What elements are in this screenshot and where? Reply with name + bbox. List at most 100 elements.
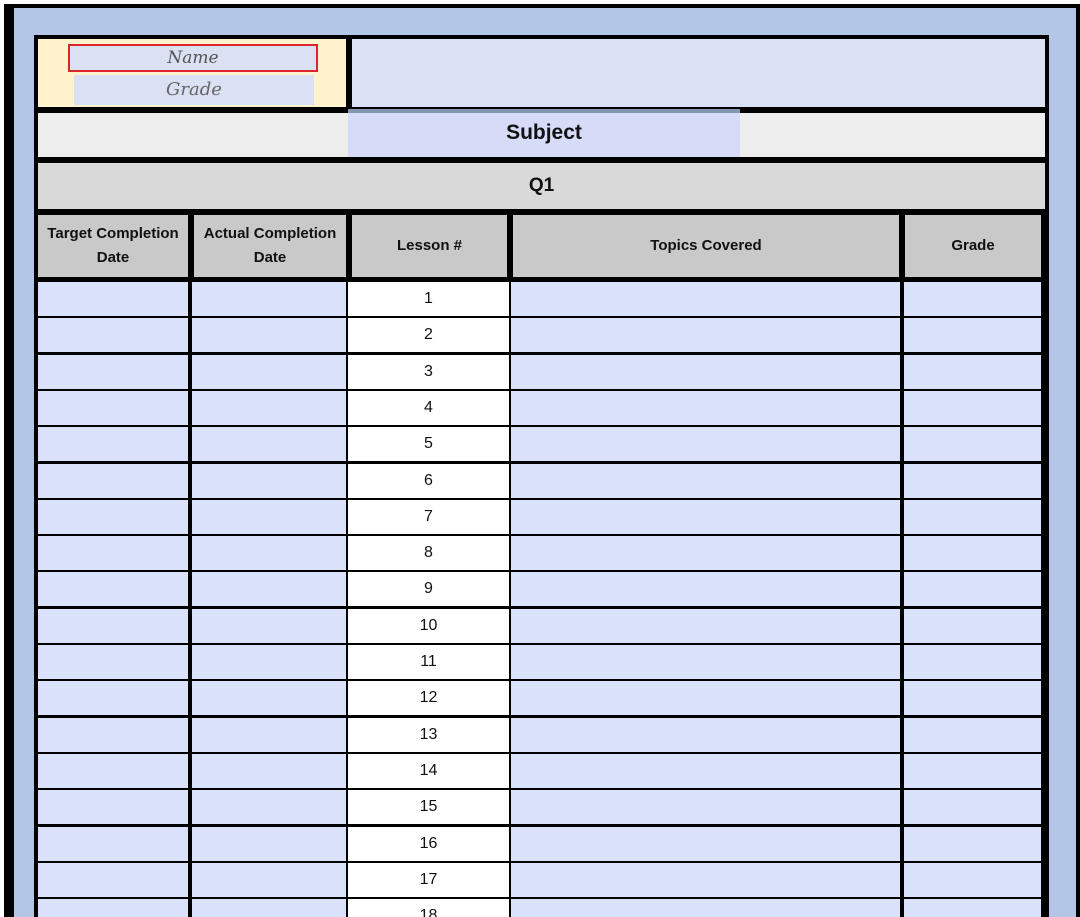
actual-date-cell[interactable] <box>192 572 346 606</box>
grade-cell[interactable] <box>904 718 1041 752</box>
lesson-number-cell: 9 <box>348 572 509 606</box>
subject-cell[interactable]: Subject <box>348 109 740 157</box>
actual-date-cell[interactable] <box>192 500 346 534</box>
lesson-number-cell: 4 <box>348 391 509 425</box>
table-row: 16 <box>34 826 1049 862</box>
topics-cell[interactable] <box>511 572 900 606</box>
target-date-cell[interactable] <box>38 536 188 570</box>
column-header-target-date-line2: Date <box>96 249 130 266</box>
topics-cell[interactable] <box>511 282 900 316</box>
topics-cell[interactable] <box>511 827 900 861</box>
lesson-number-cell: 6 <box>348 464 509 498</box>
topics-cell[interactable] <box>511 500 900 534</box>
header-blank-cell[interactable] <box>352 39 1045 107</box>
grade-cell[interactable] <box>904 355 1041 389</box>
grade-cell[interactable] <box>904 899 1041 917</box>
grade-cell[interactable] <box>904 427 1041 461</box>
actual-date-cell[interactable] <box>192 609 346 643</box>
table-row: 13 <box>34 717 1049 753</box>
target-date-cell[interactable] <box>38 681 188 715</box>
lesson-number-cell: 16 <box>348 827 509 861</box>
grade-cell[interactable] <box>904 645 1041 679</box>
target-date-cell[interactable] <box>38 609 188 643</box>
target-date-cell[interactable] <box>38 645 188 679</box>
target-date-cell[interactable] <box>38 863 188 897</box>
actual-date-cell[interactable] <box>192 427 346 461</box>
topics-cell[interactable] <box>511 790 900 824</box>
topics-cell[interactable] <box>511 536 900 570</box>
lesson-number-cell: 12 <box>348 681 509 715</box>
actual-date-cell[interactable] <box>192 391 346 425</box>
target-date-cell[interactable] <box>38 899 188 917</box>
grade-cell[interactable] <box>904 609 1041 643</box>
topics-cell[interactable] <box>511 899 900 917</box>
topics-cell[interactable] <box>511 863 900 897</box>
table-row: 17 <box>34 862 1049 898</box>
column-header-grade: Grade <box>905 215 1041 277</box>
topics-cell[interactable] <box>511 754 900 788</box>
target-date-cell[interactable] <box>38 718 188 752</box>
grade-cell[interactable] <box>904 572 1041 606</box>
target-date-cell[interactable] <box>38 355 188 389</box>
name-field[interactable]: Name <box>68 44 318 72</box>
table-row: 5 <box>34 426 1049 462</box>
actual-date-cell[interactable] <box>192 318 346 352</box>
table-row: 2 <box>34 317 1049 353</box>
column-header-target-date: Target Completion Date <box>38 215 188 277</box>
table-row: 14 <box>34 753 1049 789</box>
actual-date-cell[interactable] <box>192 718 346 752</box>
actual-date-cell[interactable] <box>192 790 346 824</box>
topics-cell[interactable] <box>511 645 900 679</box>
target-date-cell[interactable] <box>38 391 188 425</box>
topics-cell[interactable] <box>511 464 900 498</box>
grade-field[interactable]: Grade <box>74 75 314 105</box>
grade-cell[interactable] <box>904 681 1041 715</box>
topics-cell[interactable] <box>511 718 900 752</box>
grade-cell[interactable] <box>904 500 1041 534</box>
table-row: 11 <box>34 644 1049 680</box>
grade-cell[interactable] <box>904 464 1041 498</box>
lesson-number-cell: 10 <box>348 609 509 643</box>
actual-date-cell[interactable] <box>192 645 346 679</box>
quarter-heading: Q1 <box>38 163 1045 209</box>
grade-cell[interactable] <box>904 790 1041 824</box>
table-row: 1 <box>34 281 1049 317</box>
column-header-actual-date-line2: Date <box>253 249 287 266</box>
lesson-number-cell: 14 <box>348 754 509 788</box>
actual-date-cell[interactable] <box>192 754 346 788</box>
grade-cell[interactable] <box>904 827 1041 861</box>
grade-cell[interactable] <box>904 318 1041 352</box>
actual-date-cell[interactable] <box>192 282 346 316</box>
grade-cell[interactable] <box>904 754 1041 788</box>
actual-date-cell[interactable] <box>192 464 346 498</box>
grade-cell[interactable] <box>904 863 1041 897</box>
grade-cell[interactable] <box>904 282 1041 316</box>
target-date-cell[interactable] <box>38 464 188 498</box>
actual-date-cell[interactable] <box>192 899 346 917</box>
target-date-cell[interactable] <box>38 790 188 824</box>
actual-date-cell[interactable] <box>192 355 346 389</box>
actual-date-cell[interactable] <box>192 536 346 570</box>
table-row: 12 <box>34 680 1049 716</box>
table-row: 9 <box>34 571 1049 607</box>
lesson-number-cell: 18 <box>348 899 509 917</box>
target-date-cell[interactable] <box>38 500 188 534</box>
topics-cell[interactable] <box>511 318 900 352</box>
target-date-cell[interactable] <box>38 282 188 316</box>
target-date-cell[interactable] <box>38 572 188 606</box>
target-date-cell[interactable] <box>38 427 188 461</box>
grade-cell[interactable] <box>904 536 1041 570</box>
target-date-cell[interactable] <box>38 754 188 788</box>
target-date-cell[interactable] <box>38 318 188 352</box>
topics-cell[interactable] <box>511 427 900 461</box>
actual-date-cell[interactable] <box>192 827 346 861</box>
topics-cell[interactable] <box>511 681 900 715</box>
topics-cell[interactable] <box>511 355 900 389</box>
column-header-target-date-line1: Target Completion <box>47 225 179 242</box>
grade-cell[interactable] <box>904 391 1041 425</box>
target-date-cell[interactable] <box>38 827 188 861</box>
topics-cell[interactable] <box>511 391 900 425</box>
topics-cell[interactable] <box>511 609 900 643</box>
actual-date-cell[interactable] <box>192 863 346 897</box>
actual-date-cell[interactable] <box>192 681 346 715</box>
